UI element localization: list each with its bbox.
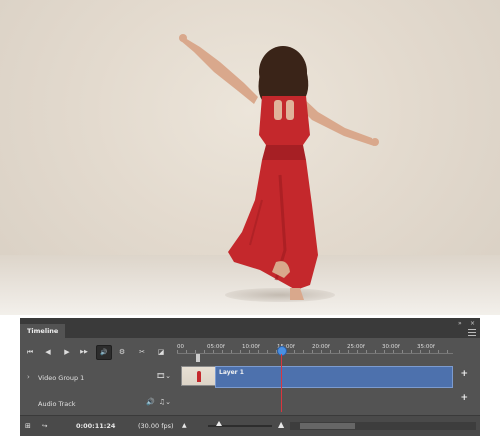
convert-frame-animation-icon[interactable]: ↪ [42, 422, 47, 430]
settings-gear-icon[interactable]: ⚙ [116, 347, 128, 357]
split-scissors-icon[interactable]: ✂ [136, 347, 148, 357]
zoom-slider-knob[interactable] [215, 421, 222, 426]
scrollbar-thumb[interactable] [300, 423, 355, 429]
add-media-plus-icon[interactable]: + [460, 369, 468, 379]
dancer-figure [179, 34, 379, 300]
horizontal-scrollbar[interactable] [290, 422, 476, 430]
collapse-panel-icon[interactable]: » [458, 320, 462, 327]
tab-timeline[interactable]: Timeline [20, 324, 66, 338]
zoom-in-mountain-icon[interactable]: ▲ [278, 420, 284, 429]
work-area-start-handle[interactable] [196, 354, 200, 362]
transition-icon[interactable]: ◪ [155, 347, 167, 357]
timeline-bottom-bar: ⊞ ↪ 0:00:11:24 (30.00 fps) ▲ ▲ [20, 415, 480, 436]
film-icon[interactable]: 🎞⌄ [156, 372, 171, 380]
video-group-header[interactable]: › Video Group 1 🎞⌄ [20, 366, 177, 390]
video-clip[interactable]: Layer 1 [215, 366, 453, 388]
playhead-handle[interactable] [277, 346, 287, 356]
clip-thumbnail [181, 366, 217, 386]
clip-label: Layer 1 [219, 369, 244, 376]
playhead-line [281, 354, 282, 412]
next-frame-icon[interactable]: ▶▶ [78, 347, 90, 357]
zoom-out-mountain-icon[interactable]: ▲ [182, 422, 187, 429]
ruler-baseline [177, 353, 453, 354]
chevron-right-icon[interactable]: › [27, 373, 30, 381]
audio-track-name: Audio Track [38, 400, 76, 408]
previous-frame-icon[interactable]: ◀ [42, 347, 54, 357]
video-group-name: Video Group 1 [38, 374, 85, 382]
time-ruler[interactable]: 00 05:00f 10:00f 15:00f 20:00f 25:00f 30… [177, 340, 453, 354]
music-note-icon[interactable]: ♫⌄ [159, 398, 171, 406]
panel-menu-icon[interactable] [468, 329, 476, 337]
video-preview [0, 0, 500, 315]
play-icon[interactable]: ▶ [61, 347, 73, 357]
panel-tab-bar: Timeline » × [20, 318, 480, 338]
mute-audio-icon[interactable]: 🔊 [96, 345, 112, 360]
timeline-panel: Timeline » × ⏮ ◀ ▶ ▶▶ 🔊 ⚙ ✂ ◪ 00 05:00f … [20, 318, 480, 436]
add-audio-plus-icon[interactable]: + [460, 393, 468, 403]
audio-track-header[interactable]: Audio Track 🔊 ♫⌄ [20, 392, 177, 416]
go-to-first-frame-icon[interactable]: ⏮ [24, 347, 36, 357]
transport-controls: ⏮ ◀ ▶ ▶▶ 🔊 ⚙ ✂ ◪ [20, 340, 177, 364]
render-video-icon[interactable]: ⊞ [25, 422, 31, 430]
speaker-icon[interactable]: 🔊 [146, 398, 155, 406]
frame-rate-label: (30.00 fps) [138, 422, 174, 430]
current-timecode: 0:00:11:24 [76, 422, 116, 430]
video-lane: Layer 1 [177, 364, 453, 390]
close-panel-icon[interactable]: × [470, 320, 475, 327]
